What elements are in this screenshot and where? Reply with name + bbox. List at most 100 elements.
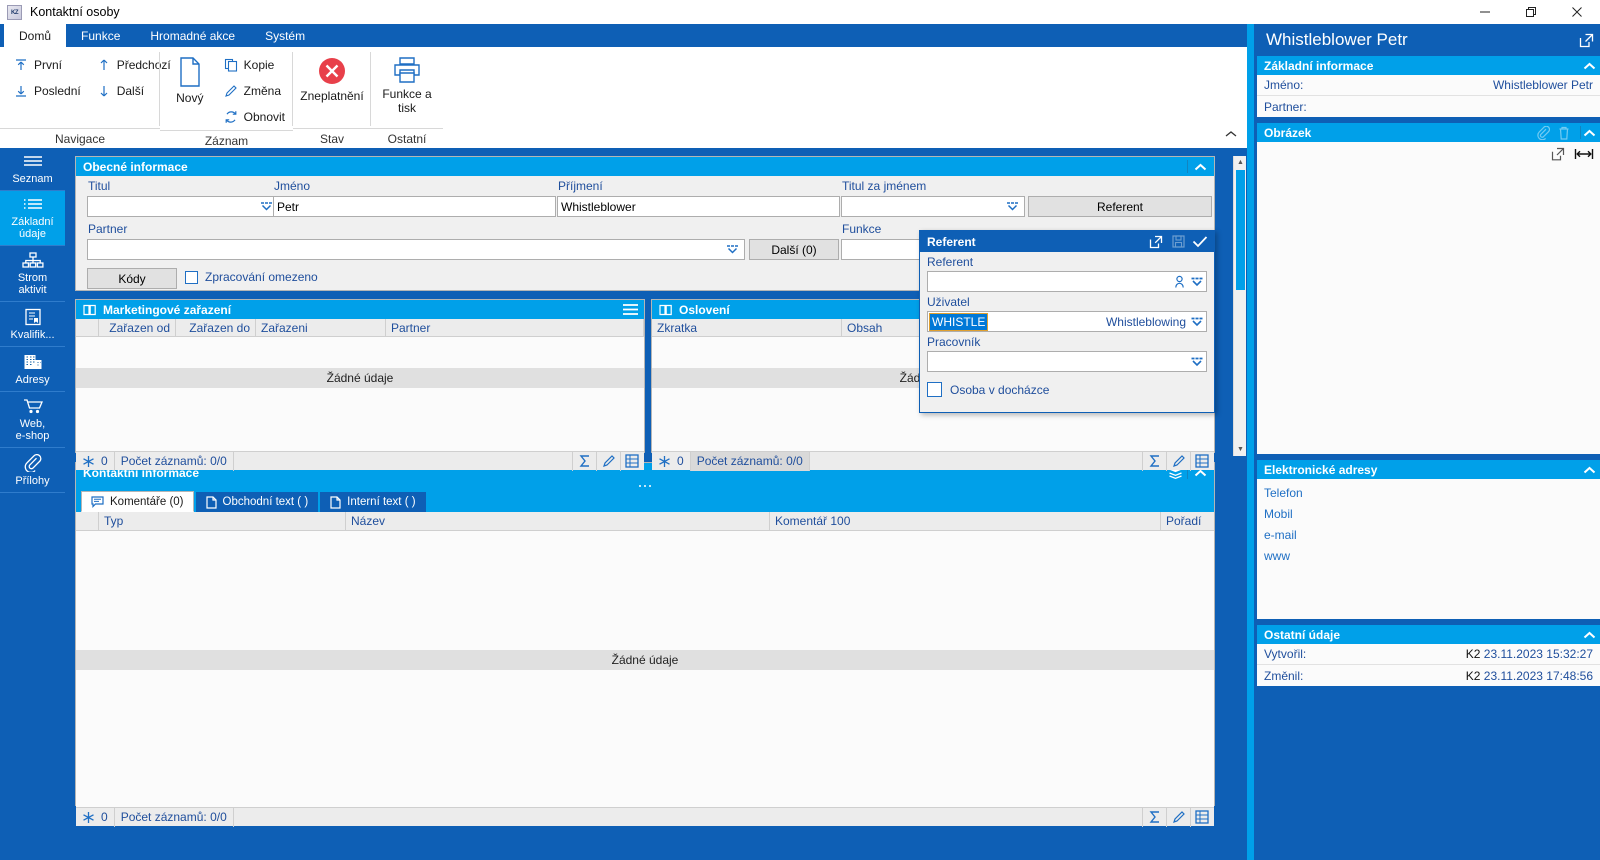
contact-filter-cell[interactable]: 0 <box>76 807 115 827</box>
marketing-filter-cell[interactable]: 0 <box>76 451 115 471</box>
oslovení-filter-cell[interactable]: 0 <box>652 451 691 471</box>
jmeno-input[interactable]: Petr <box>273 196 556 217</box>
ribbon-button-posledni[interactable]: Poslední <box>6 78 89 104</box>
sidebar-item-adresy[interactable]: Adresy <box>0 347 65 392</box>
close-icon[interactable] <box>1554 0 1600 24</box>
sidebar-item-prilohy[interactable]: Přílohy <box>0 448 65 493</box>
column-header[interactable]: Pořadí <box>1161 512 1214 530</box>
fit-width-icon[interactable] <box>1574 147 1594 161</box>
tab-interni-text[interactable]: Interní text ( ) <box>320 492 426 512</box>
osoba-v-dochazce-checkbox[interactable] <box>927 382 942 397</box>
dropdown-icon[interactable] <box>1190 317 1204 327</box>
zpracovani-omezeno-row[interactable]: Zpracování omezeno <box>185 270 318 284</box>
referent-field-input[interactable] <box>927 271 1207 292</box>
zpracovani-omezeno-checkbox[interactable] <box>185 270 198 284</box>
ribbon-button-novy[interactable]: Nový <box>164 52 216 105</box>
chevron-up-icon[interactable] <box>1583 62 1596 70</box>
pencil-icon[interactable] <box>1166 807 1190 827</box>
save-disk-icon[interactable] <box>1167 231 1189 252</box>
list-item[interactable]: www <box>1264 546 1593 567</box>
snowflake-filter-icon[interactable] <box>82 811 95 824</box>
pencil-icon[interactable] <box>596 451 620 471</box>
sigma-icon[interactable] <box>1142 451 1166 471</box>
list-item[interactable]: e-mail <box>1264 525 1593 546</box>
uzivatel-input[interactable]: WHISTLE Whistleblowing <box>927 311 1207 332</box>
sidebar-divider[interactable] <box>1247 24 1254 860</box>
sidebar-item-web-eshop[interactable]: Web, e-shop <box>0 392 65 448</box>
ribbon-button-funkce-a-tisk[interactable]: Funkce a tisk <box>374 52 440 115</box>
snowflake-filter-icon[interactable] <box>82 455 95 468</box>
partner-input[interactable] <box>87 239 745 260</box>
tab-komentare[interactable]: Komentáře (0) <box>81 491 194 512</box>
dalsi-button[interactable]: Další (0) <box>749 239 839 260</box>
ribbon-button-kopie[interactable]: Kopie <box>216 52 293 78</box>
pencil-icon[interactable] <box>1166 451 1190 471</box>
list-item[interactable]: Mobil <box>1264 504 1593 525</box>
osoba-v-dochazce-row[interactable]: Osoba v docházce <box>927 382 1207 397</box>
sidebar-item-seznam[interactable]: Seznam <box>0 148 65 191</box>
chevron-up-icon[interactable] <box>1583 129 1596 137</box>
chevron-up-icon[interactable] <box>1583 466 1596 474</box>
ribbon-button-zmena[interactable]: Změna <box>216 78 293 104</box>
ribbon-button-zneplatneni[interactable]: Zneplatnění <box>299 52 365 103</box>
snowflake-filter-icon[interactable] <box>658 455 671 468</box>
scrollbar-thumb[interactable] <box>1236 170 1245 290</box>
grid-report-icon[interactable] <box>1190 807 1214 827</box>
column-header[interactable]: Zařazen do <box>176 319 256 336</box>
minimize-icon[interactable] <box>1462 0 1508 24</box>
sidebar-item-zakladni-udaje[interactable]: Základní údaje <box>0 191 65 246</box>
content-vertical-scrollbar[interactable]: ▲ ▼ <box>1233 156 1246 456</box>
grid-report-icon[interactable] <box>1190 451 1214 471</box>
ribbon-button-obnovit[interactable]: Obnovit <box>216 104 293 130</box>
ribbon-tab-funkce[interactable]: Funkce <box>66 24 135 47</box>
chevron-down-icon[interactable]: ▼ <box>1234 443 1247 456</box>
chevron-up-icon[interactable] <box>1190 157 1210 176</box>
paperclip-icon[interactable] <box>1537 125 1550 140</box>
ribbon-tab-system[interactable]: Systém <box>250 24 320 47</box>
hamburger-menu-icon[interactable] <box>620 300 640 319</box>
image-body[interactable] <box>1257 142 1600 454</box>
marketing-grid-body[interactable]: Žádné údaje <box>76 337 644 451</box>
open-external-icon[interactable] <box>1579 33 1594 48</box>
dropdown-icon[interactable] <box>1190 277 1204 287</box>
sigma-icon[interactable] <box>1142 807 1166 827</box>
grid-report-icon[interactable] <box>620 451 644 471</box>
person-icon[interactable] <box>1173 275 1186 288</box>
ribbon-tab-domu[interactable]: Domů <box>4 24 67 47</box>
sidebar-item-kvalifikace[interactable]: Kvalifik... <box>0 302 65 347</box>
trash-icon[interactable] <box>1558 126 1570 140</box>
column-header[interactable]: Partner <box>386 319 644 336</box>
panel-splitter[interactable] <box>76 482 1214 490</box>
list-item[interactable]: Telefon <box>1264 483 1593 504</box>
chevron-up-icon[interactable]: ▲ <box>1234 156 1247 169</box>
referent-button[interactable]: Referent <box>1028 196 1212 217</box>
titul-input[interactable] <box>87 196 279 217</box>
prijmeni-input[interactable]: Whistleblower <box>557 196 840 217</box>
restore-icon[interactable] <box>1508 0 1554 24</box>
contact-grid-body[interactable]: Žádné údaje <box>76 531 1214 807</box>
column-header[interactable]: Zařazen od <box>99 319 176 336</box>
column-header[interactable]: Zařazeni <box>256 319 386 336</box>
tab-obchodni-text[interactable]: Obchodní text ( ) <box>195 492 319 512</box>
dropdown-icon[interactable] <box>1006 202 1021 211</box>
column-header[interactable]: Komentář 100 <box>770 512 1161 530</box>
column-header[interactable]: Název <box>346 512 770 530</box>
titul-za-jmenem-input[interactable] <box>841 196 1025 217</box>
column-header[interactable] <box>76 319 99 336</box>
kody-button[interactable]: Kódy <box>87 268 177 289</box>
column-header[interactable]: Typ <box>99 512 346 530</box>
ribbon-button-prvni[interactable]: První <box>6 52 89 78</box>
dropdown-icon[interactable] <box>1190 357 1204 367</box>
chevron-up-icon[interactable] <box>1583 631 1596 639</box>
sidebar-item-strom-aktivit[interactable]: Strom aktivit <box>0 246 65 302</box>
column-header[interactable]: Zkratka <box>652 319 842 336</box>
pracovnik-input[interactable] <box>927 351 1207 372</box>
chevron-up-icon[interactable] <box>1225 130 1241 146</box>
open-external-icon[interactable] <box>1145 231 1167 252</box>
check-icon[interactable] <box>1189 231 1211 252</box>
dropdown-icon[interactable] <box>726 245 741 254</box>
sigma-icon[interactable] <box>572 451 596 471</box>
column-header[interactable] <box>76 512 99 530</box>
ribbon-tab-hromadne-akce[interactable]: Hromadné akce <box>135 24 250 47</box>
open-external-icon[interactable] <box>1551 147 1565 161</box>
